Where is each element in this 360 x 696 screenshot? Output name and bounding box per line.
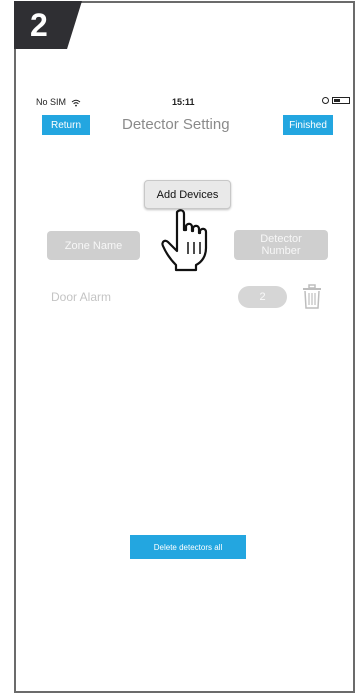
wifi-icon bbox=[71, 99, 80, 107]
page-title: Detector Setting bbox=[122, 116, 230, 133]
rotation-lock-icon bbox=[322, 97, 329, 104]
delete-all-detectors-button[interactable]: Delete detectors all bbox=[130, 535, 246, 559]
add-devices-button[interactable]: Add Devices bbox=[144, 180, 231, 209]
carrier-status: No SIM bbox=[36, 97, 81, 107]
zone-name-header: Zone Name bbox=[47, 231, 140, 260]
status-bar: No SIM 15:11 bbox=[36, 97, 350, 111]
detector-number-cell[interactable]: 2 bbox=[238, 286, 287, 308]
carrier-label: No SIM bbox=[36, 97, 67, 107]
detector-number-header: Detector Number bbox=[234, 230, 328, 260]
detector-number-header-line1: Detector bbox=[260, 233, 302, 245]
clock: 15:11 bbox=[172, 97, 195, 107]
return-button[interactable]: Return bbox=[42, 115, 90, 135]
battery-icon bbox=[332, 97, 350, 104]
zone-name-cell[interactable]: Door Alarm bbox=[51, 290, 111, 304]
detector-number-header-line2: Number bbox=[261, 245, 301, 257]
pointing-hand-icon bbox=[161, 209, 208, 272]
finished-button[interactable]: Finished bbox=[283, 115, 333, 135]
status-icons bbox=[322, 97, 350, 104]
trash-icon[interactable] bbox=[301, 284, 323, 310]
